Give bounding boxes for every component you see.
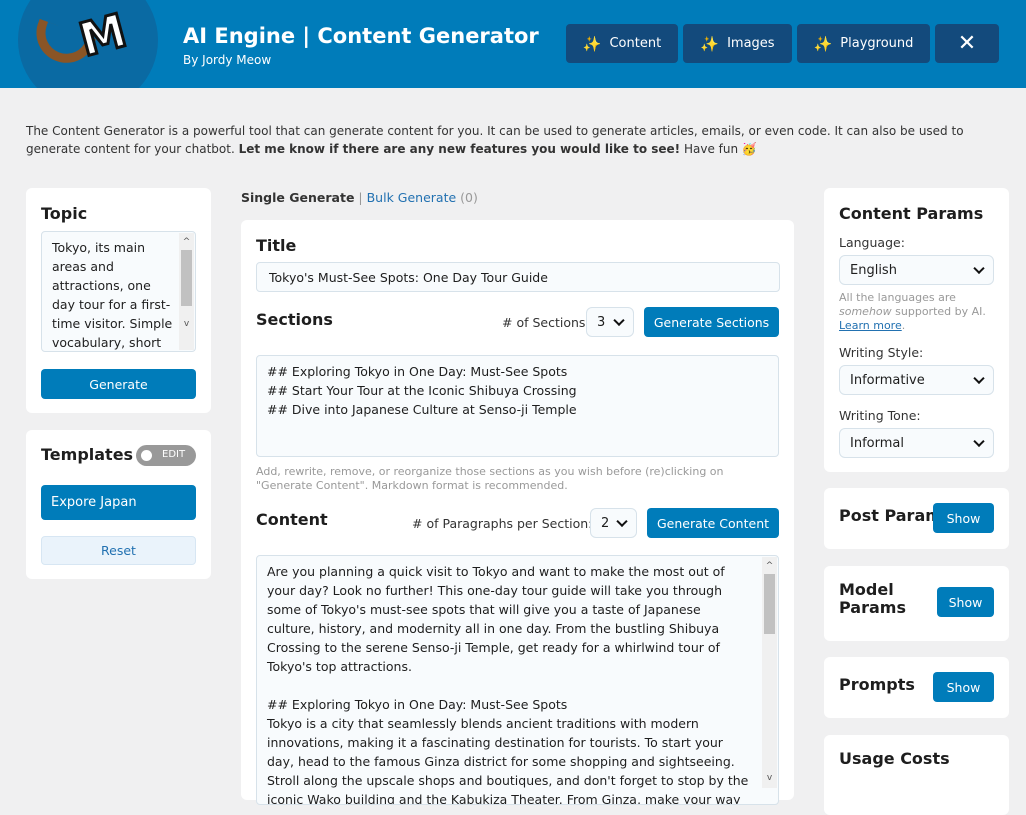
num-paragraphs-select[interactable]: 2 (590, 508, 637, 538)
sections-hint: Add, rewrite, remove, or reorganize thos… (256, 465, 724, 492)
model-params-show-button[interactable]: Show (937, 587, 994, 617)
model-params-title: Model Params (839, 580, 906, 617)
post-params-show-button[interactable]: Show (933, 503, 994, 533)
usage-costs-title: Usage Costs (839, 749, 950, 768)
topic-card: Topic Tokyo, its main areas and attracti… (26, 188, 211, 413)
model-params-card: Model Params Show (824, 566, 1009, 641)
scrollbar[interactable]: ^ v (179, 233, 194, 350)
sections-label: Sections (256, 310, 333, 329)
writing-style-label: Writing Style: (839, 345, 924, 360)
writing-style-select[interactable]: Informative (839, 365, 994, 395)
prompts-show-button[interactable]: Show (933, 672, 994, 702)
chevron-down-icon (973, 372, 985, 385)
nav-label: Images (727, 36, 775, 51)
nav-label: Content (609, 36, 662, 51)
template-item[interactable]: Expore Japan (41, 485, 196, 520)
main-card: Title Tokyo's Must-See Spots: One Day To… (241, 220, 794, 805)
writing-tone-select[interactable]: Informal (839, 428, 994, 458)
prompts-card: Prompts Show (824, 657, 1009, 718)
tools-icon: ✕ (957, 31, 977, 56)
tab-bulk-generate[interactable]: Bulk Generate (367, 190, 457, 205)
reset-button[interactable]: Reset (41, 536, 196, 565)
edit-toggle[interactable]: EDIT (136, 445, 196, 466)
nav-content-button[interactable]: ✨ Content (566, 24, 678, 63)
language-label: Language: (839, 235, 905, 250)
language-select[interactable]: English (839, 255, 994, 285)
chevron-down-icon (973, 262, 985, 275)
sparkles-icon: ✨ (582, 34, 602, 53)
scrollbar[interactable]: ^ v (762, 557, 777, 788)
nav-label: Playground (840, 36, 914, 51)
tab-single-generate[interactable]: Single Generate (241, 190, 354, 205)
content-params-title: Content Params (839, 204, 984, 223)
prompts-title: Prompts (839, 675, 915, 694)
sections-input[interactable]: ## Exploring Tokyo in One Day: Must-See … (256, 355, 779, 457)
nav-images-button[interactable]: ✨ Images (683, 24, 792, 63)
generate-tabs: Single Generate | Bulk Generate (0) (241, 190, 478, 205)
num-paragraphs-label: # of Paragraphs per Section: (412, 516, 593, 531)
generate-content-button[interactable]: Generate Content (647, 508, 779, 538)
settings-button[interactable]: ✕ (935, 24, 999, 63)
title-input[interactable]: Tokyo's Must-See Spots: One Day Tour Gui… (256, 262, 780, 292)
chevron-down-icon (973, 435, 985, 448)
page-title: AI Engine | Content Generator (183, 24, 539, 48)
generate-sections-button[interactable]: Generate Sections (644, 307, 779, 337)
content-params-card: Content Params Language: English All the… (824, 188, 1009, 472)
content-output[interactable]: Are you planning a quick visit to Tokyo … (256, 555, 779, 805)
logo: M (18, 0, 158, 88)
generate-button[interactable]: Generate (41, 369, 196, 399)
usage-costs-card: Usage Costs (824, 735, 1009, 815)
language-hint: All the languages are somehow supported … (839, 291, 986, 332)
chevron-down-icon (616, 515, 628, 528)
topic-title: Topic (41, 204, 88, 223)
header: M AI Engine | Content Generator By Jordy… (0, 0, 1026, 88)
sparkles-icon: ✨ (813, 34, 833, 53)
chevron-down-icon (613, 314, 625, 327)
content-label: Content (256, 510, 328, 529)
topic-input[interactable]: Tokyo, its main areas and attractions, o… (41, 231, 196, 352)
nav-playground-button[interactable]: ✨ Playground (797, 24, 930, 63)
title-label: Title (256, 236, 297, 255)
intro-text: The Content Generator is a powerful tool… (26, 124, 964, 156)
page-subtitle: By Jordy Meow (183, 53, 272, 67)
num-sections-label: # of Sections: (502, 315, 590, 330)
bulk-count: (0) (460, 190, 478, 205)
post-params-card: Post Params Show (824, 488, 1009, 549)
num-sections-select[interactable]: 3 (586, 307, 634, 337)
sparkles-icon: ✨ (700, 34, 720, 53)
templates-title: Templates (41, 445, 134, 464)
writing-tone-label: Writing Tone: (839, 408, 921, 423)
party-emoji-icon: 🥳 (741, 142, 757, 156)
learn-more-link[interactable]: Learn more (839, 319, 902, 332)
templates-card: Templates EDIT Expore Japan Reset (26, 430, 211, 579)
